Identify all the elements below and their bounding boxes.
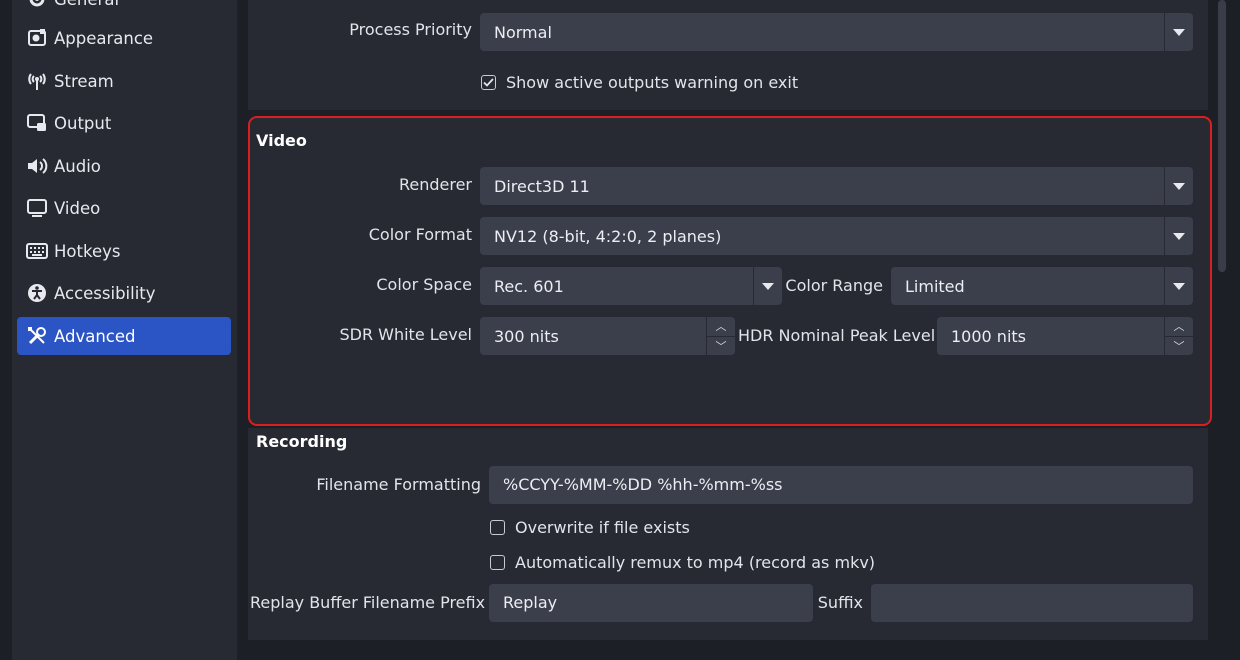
replay-prefix-input[interactable]: Replay [489,584,813,622]
output-icon [26,112,48,134]
remux-label: Automatically remux to mp4 (record as mk… [515,553,876,572]
process-priority-select[interactable]: Normal [480,13,1193,51]
sdr-white-label: SDR White Level [339,325,472,344]
sidebar-item-video[interactable]: Video [17,189,231,227]
color-range-label: Color Range [785,276,883,295]
hdr-peak-value: 1000 nits [951,326,1026,346]
chevron-up-icon[interactable]: ︿ [1165,317,1193,337]
checkbox-unchecked-icon[interactable] [490,555,505,570]
sdr-white-spinbox[interactable]: 300 nits ︿ ﹀ [480,317,735,355]
renderer-value: Direct3D 11 [494,176,590,196]
show-warning-checkbox[interactable]: Show active outputs warning on exit [481,73,798,92]
renderer-select[interactable]: Direct3D 11 [480,167,1193,205]
filename-formatting-label: Filename Formatting [316,475,481,494]
sidebar-item-general[interactable]: General [17,0,231,18]
sidebar-item-label: Hotkeys [54,241,121,261]
chevron-down-icon[interactable] [753,267,782,305]
chevron-down-icon[interactable]: ﹀ [1165,337,1193,356]
overwrite-checkbox[interactable]: Overwrite if file exists [490,518,690,537]
video-group-title: Video [256,131,307,150]
process-priority-label: Process Priority [349,20,472,39]
sidebar-item-advanced[interactable]: Advanced [17,317,231,355]
chevron-down-icon[interactable] [1164,267,1193,305]
color-range-value: Limited [905,276,965,296]
color-format-label: Color Format [368,225,472,244]
chevron-down-icon[interactable] [1164,217,1193,255]
accessibility-icon [26,282,48,304]
color-range-select[interactable]: Limited [891,267,1193,305]
overwrite-label: Overwrite if file exists [515,518,690,537]
sidebar-item-label: Audio [54,156,101,176]
sidebar-item-label: Accessibility [54,283,156,303]
color-format-select[interactable]: NV12 (8-bit, 4:2:0, 2 planes) [480,217,1193,255]
scrollbar-thumb[interactable] [1218,0,1226,272]
monitor-icon [26,197,48,219]
renderer-label: Renderer [398,175,472,194]
show-warning-label: Show active outputs warning on exit [506,73,799,92]
color-space-select[interactable]: Rec. 601 [480,267,782,305]
appearance-icon [26,27,48,49]
sidebar-item-label: Output [54,113,112,133]
chevron-down-icon[interactable] [1164,167,1193,205]
recording-group-title: Recording [256,432,348,451]
sidebar-item-label: Video [54,198,101,218]
process-priority-value: Normal [494,22,552,42]
keyboard-icon [26,240,48,262]
chevron-down-icon[interactable] [1164,13,1193,51]
replay-prefix-label: Replay Buffer Filename Prefix [250,593,486,612]
broadcast-icon [26,70,48,92]
tools-icon [26,325,48,347]
color-format-value: NV12 (8-bit, 4:2:0, 2 planes) [494,226,722,246]
sidebar-item-stream[interactable]: Stream [17,62,231,100]
sidebar-item-label: General [54,0,119,9]
sidebar-item-label: Advanced [54,326,136,346]
suffix-label: Suffix [817,593,863,612]
sidebar-item-audio[interactable]: Audio [17,147,231,185]
filename-formatting-input[interactable]: %CCYY-%MM-%DD %hh-%mm-%ss [489,466,1193,504]
speaker-icon [26,155,48,177]
checkbox-checked-icon[interactable] [481,75,496,90]
hdr-peak-spinbox[interactable]: 1000 nits ︿ ﹀ [937,317,1193,355]
gear-icon [26,0,48,10]
sdr-white-value: 300 nits [494,326,559,346]
sidebar-item-label: Stream [54,71,114,91]
sidebar-item-label: Appearance [54,28,154,48]
sidebar-item-accessibility[interactable]: Accessibility [17,274,231,312]
sidebar-item-hotkeys[interactable]: Hotkeys [17,232,231,270]
color-space-value: Rec. 601 [494,276,564,296]
sidebar-item-appearance[interactable]: Appearance [17,19,231,57]
settings-sidebar: General Appearance Stream Output Audio V… [12,0,237,660]
color-space-label: Color Space [376,275,472,294]
sidebar-item-output[interactable]: Output [17,104,231,142]
suffix-input[interactable] [871,584,1193,622]
remux-checkbox[interactable]: Automatically remux to mp4 (record as mk… [490,553,875,572]
hdr-peak-label: HDR Nominal Peak Level [738,326,936,345]
chevron-up-icon[interactable]: ︿ [707,317,735,337]
chevron-down-icon[interactable]: ﹀ [707,337,735,356]
checkbox-unchecked-icon[interactable] [490,520,505,535]
